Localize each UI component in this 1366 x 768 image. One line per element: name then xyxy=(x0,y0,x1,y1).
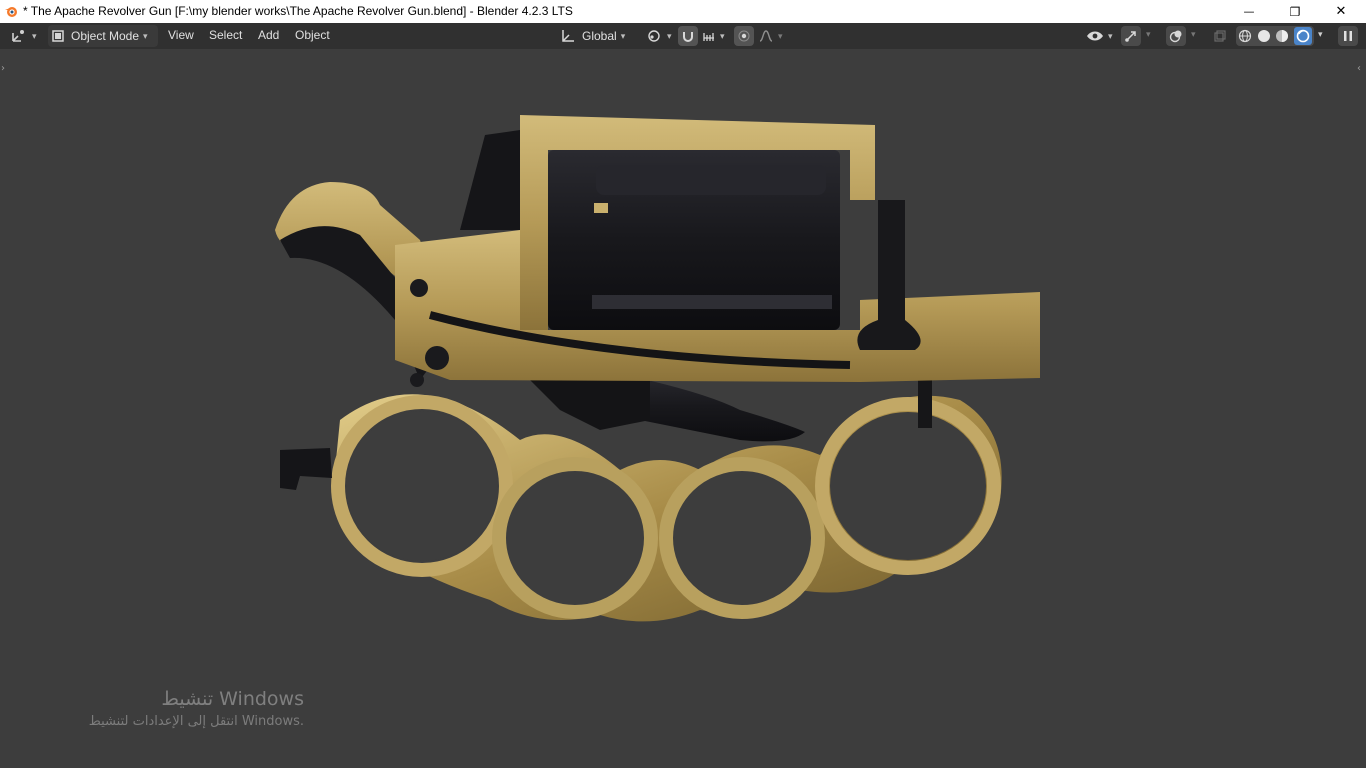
overlay-dropdown-icon[interactable]: ▾ xyxy=(1191,29,1196,40)
snap-icon xyxy=(683,32,693,42)
editor-type-icon xyxy=(12,30,24,42)
trigger-housing xyxy=(530,380,650,430)
editor-type-button[interactable]: ▾ xyxy=(10,25,37,47)
orientation-label: Global xyxy=(582,29,617,43)
gizmo-icon xyxy=(1125,31,1136,42)
pause-icon xyxy=(1344,31,1352,41)
menu-add[interactable]: Add xyxy=(258,28,279,42)
knuckle-duster xyxy=(331,394,1002,622)
xray-icon xyxy=(1214,30,1226,42)
cylinder-flute-lower xyxy=(592,295,832,309)
mode-dropdown[interactable]: Object Mode ▾ xyxy=(48,25,158,47)
overlay-icon xyxy=(1169,30,1182,43)
snap-toggle[interactable] xyxy=(678,26,698,46)
ejector-rod xyxy=(857,200,921,350)
gizmo-toggle[interactable] xyxy=(1121,26,1141,46)
snap-target-dropdown[interactable]: ▾ xyxy=(702,25,725,47)
activation-watermark-subtitle: انتقل إلى الإعدادات لتنشيط Windows. xyxy=(88,714,304,729)
frame-screw xyxy=(410,279,428,297)
proportional-edit-icon xyxy=(738,30,750,42)
rendered-shading-icon xyxy=(1296,29,1310,43)
window-title: * The Apache Revolver Gun [F:\my blender… xyxy=(23,4,573,18)
mode-label: Object Mode xyxy=(71,29,140,43)
close-button[interactable]: ✕ xyxy=(1318,0,1364,23)
recoil-shield xyxy=(460,130,520,230)
material-shading-icon[interactable] xyxy=(1275,29,1289,43)
transform-orientation-icon xyxy=(562,30,574,42)
cylinder-flute xyxy=(596,165,826,195)
proportional-edit-toggle[interactable] xyxy=(734,26,754,46)
transform-orientation-dropdown[interactable]: Global ▾ xyxy=(560,25,636,47)
xray-toggle[interactable] xyxy=(1210,26,1230,46)
cylinder-pin xyxy=(594,203,608,213)
visibility-icon xyxy=(1087,31,1103,41)
menu-object[interactable]: Object xyxy=(295,28,330,42)
menu-select[interactable]: Select xyxy=(209,28,242,42)
rear-post xyxy=(918,378,932,428)
front-trigger-guard xyxy=(280,448,332,490)
frame-screw xyxy=(425,346,449,370)
falloff-dropdown[interactable]: ▾ xyxy=(758,25,783,47)
close-icon: ✕ xyxy=(1335,4,1347,19)
solid-shading-icon[interactable] xyxy=(1257,29,1271,43)
pause-render-button[interactable] xyxy=(1338,26,1358,46)
snap-increment-icon xyxy=(703,33,714,41)
gizmo-dropdown-icon[interactable]: ▾ xyxy=(1146,29,1151,40)
viewport-header: ▾ Object Mode ▾ View Select Add Object G… xyxy=(0,23,1366,49)
object-mode-icon xyxy=(52,30,64,42)
wireframe-shading-icon[interactable] xyxy=(1238,29,1252,43)
window-titlebar: * The Apache Revolver Gun [F:\my blender… xyxy=(0,0,1366,23)
visibility-dropdown[interactable]: ▾ xyxy=(1086,25,1113,47)
menu-view[interactable]: View xyxy=(168,28,194,42)
rendered-shading-button[interactable] xyxy=(1293,27,1312,45)
restore-icon: ❐ xyxy=(1289,4,1301,19)
pivot-dropdown[interactable]: ▾ xyxy=(645,25,672,47)
frame-screw xyxy=(410,373,424,387)
restore-button[interactable]: ❐ xyxy=(1272,0,1318,23)
shading-mode-group xyxy=(1236,26,1314,46)
shading-dropdown-icon[interactable]: ▾ xyxy=(1318,29,1323,40)
pivot-icon xyxy=(648,30,660,42)
minimize-button[interactable]: — xyxy=(1226,0,1272,23)
overlay-toggle[interactable] xyxy=(1166,26,1186,46)
falloff-icon xyxy=(759,30,773,42)
minimize-icon: — xyxy=(1243,5,1255,18)
revolver-model[interactable] xyxy=(0,49,1366,768)
blender-logo-icon xyxy=(5,7,17,17)
activation-watermark-title: تنشيط Windows xyxy=(161,688,304,710)
3d-viewport[interactable]: › ‹ تنشيط Windows انتقل إلى الإعدادات لت… xyxy=(0,49,1366,768)
